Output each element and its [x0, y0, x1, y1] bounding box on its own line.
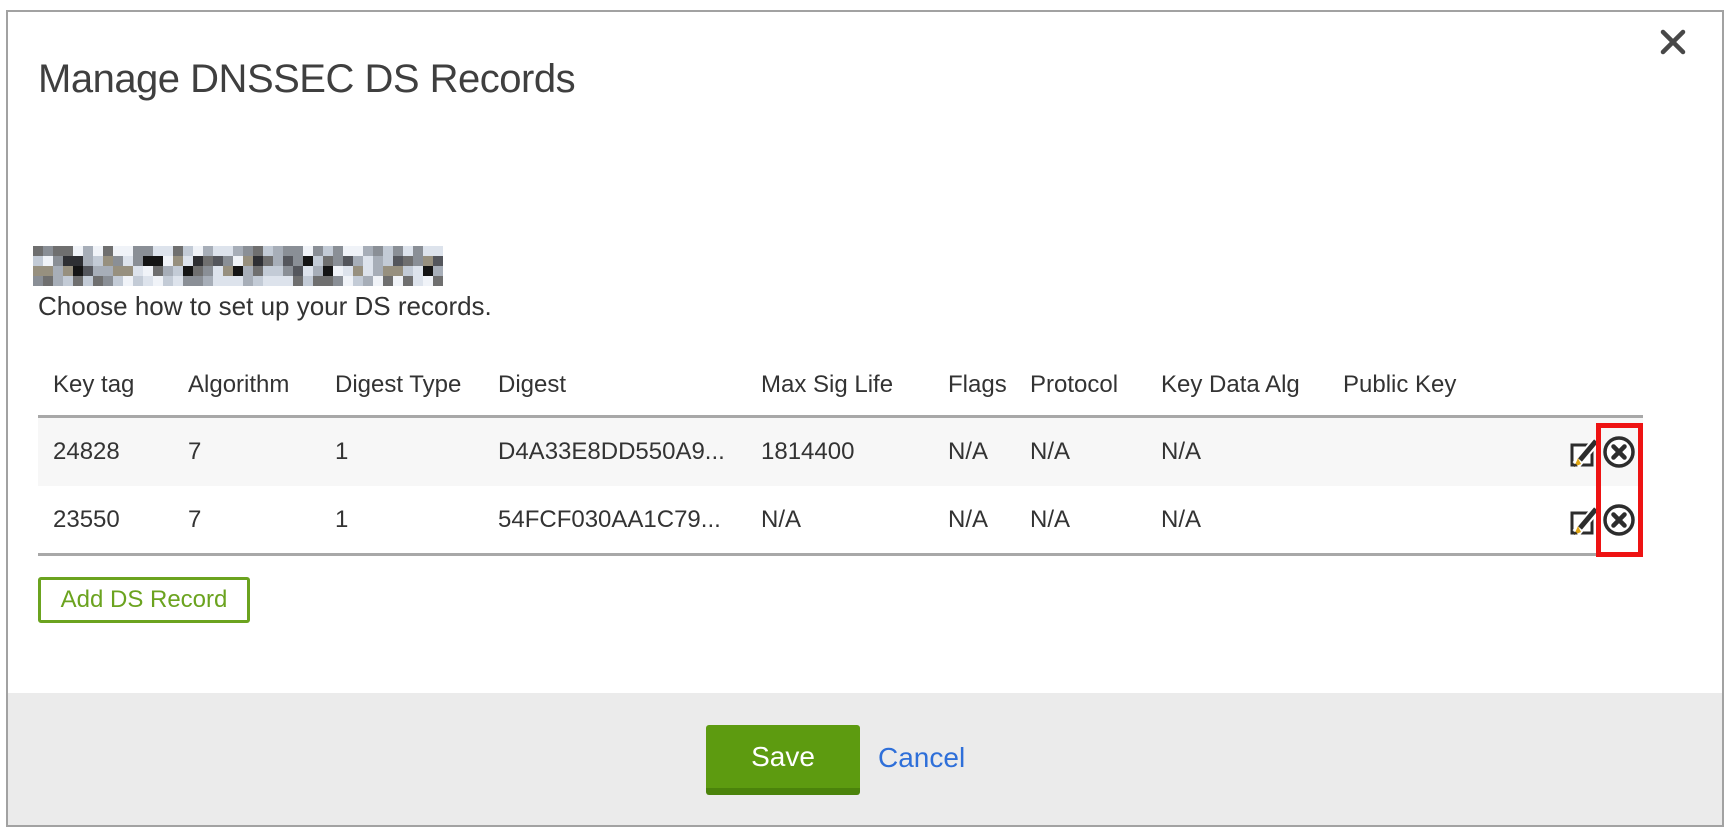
edit-icon — [1568, 436, 1600, 468]
cell-max-sig-life: N/A — [761, 506, 948, 534]
col-header-algorithm: Algorithm — [188, 371, 335, 399]
cell-key-data-alg: N/A — [1161, 438, 1343, 466]
delete-record-button[interactable] — [1600, 433, 1638, 471]
cell-protocol: N/A — [1030, 506, 1161, 534]
edit-record-button[interactable] — [1568, 436, 1600, 468]
close-button[interactable] — [1654, 24, 1692, 62]
intro-text: Choose how to set up your DS records. — [38, 291, 492, 322]
cell-key-data-alg: N/A — [1161, 506, 1343, 534]
col-header-protocol: Protocol — [1030, 371, 1161, 399]
delete-record-button[interactable] — [1600, 501, 1638, 539]
add-ds-record-button[interactable]: Add DS Record — [38, 577, 250, 623]
cell-digest: D4A33E8DD550A9... — [498, 438, 761, 466]
save-button[interactable]: Save — [706, 725, 860, 795]
table-header-row: Key tag Algorithm Digest Type Digest Max… — [38, 355, 1643, 418]
cell-key-tag: 24828 — [38, 438, 188, 466]
cell-protocol: N/A — [1030, 438, 1161, 466]
cell-flags: N/A — [948, 438, 1030, 466]
manage-dnssec-dialog: Manage DNSSEC DS Records Choose how to s… — [6, 10, 1724, 827]
cell-flags: N/A — [948, 506, 1030, 534]
cell-actions — [1568, 433, 1643, 471]
delete-icon — [1600, 501, 1638, 539]
close-icon — [1659, 28, 1687, 56]
col-header-digest-type: Digest Type — [335, 371, 498, 399]
col-header-flags: Flags — [948, 371, 1030, 399]
col-header-digest: Digest — [498, 371, 761, 399]
dialog-title: Manage DNSSEC DS Records — [38, 57, 575, 102]
background-page-peek — [110, 826, 170, 830]
delete-icon — [1600, 433, 1638, 471]
table-row: 24828 7 1 D4A33E8DD550A9... 1814400 N/A … — [38, 418, 1643, 486]
cell-digest-type: 1 — [335, 506, 498, 534]
ds-records-table: Key tag Algorithm Digest Type Digest Max… — [38, 355, 1643, 556]
dialog-footer: Save Cancel — [8, 693, 1722, 825]
edit-record-button[interactable] — [1568, 504, 1600, 536]
col-header-key-data-alg: Key Data Alg — [1161, 371, 1343, 399]
edit-icon — [1568, 504, 1600, 536]
cancel-link[interactable]: Cancel — [878, 742, 965, 774]
table-row: 23550 7 1 54FCF030AA1C79... N/A N/A N/A … — [38, 486, 1643, 556]
col-header-key-tag: Key tag — [38, 371, 188, 399]
cell-algorithm: 7 — [188, 438, 335, 466]
col-header-max-sig-life: Max Sig Life — [761, 371, 948, 399]
col-header-public-key: Public Key — [1343, 371, 1568, 399]
cell-actions — [1568, 501, 1643, 539]
cell-digest-type: 1 — [335, 438, 498, 466]
redacted-domain-name — [33, 246, 443, 286]
cell-algorithm: 7 — [188, 506, 335, 534]
cell-max-sig-life: 1814400 — [761, 438, 948, 466]
cell-key-tag: 23550 — [38, 506, 188, 534]
cell-digest: 54FCF030AA1C79... — [498, 506, 761, 534]
